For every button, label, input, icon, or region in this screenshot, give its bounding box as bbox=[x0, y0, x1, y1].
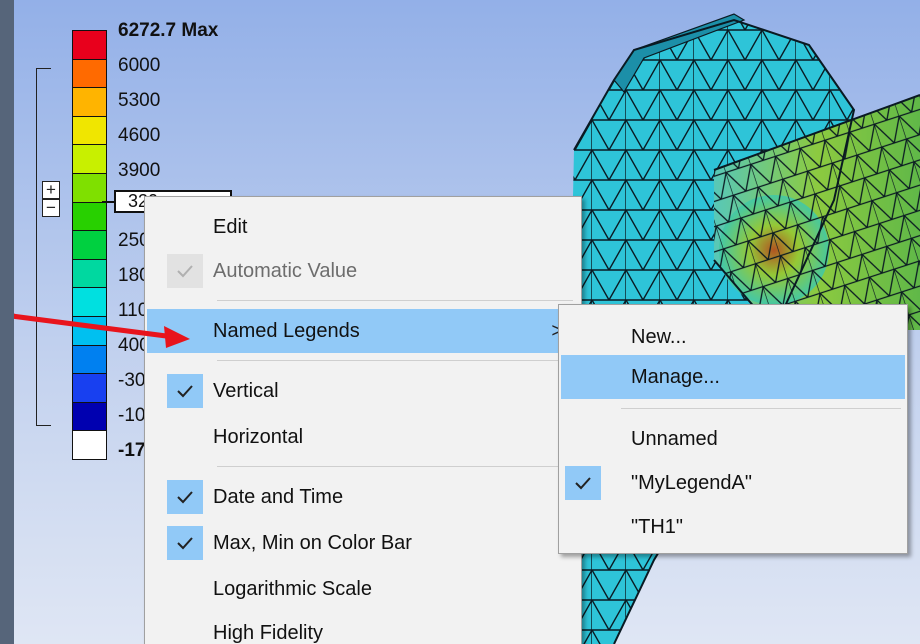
menu-item-named-legends[interactable]: Named Legends > bbox=[147, 309, 579, 353]
legend-color-segment[interactable] bbox=[72, 373, 107, 403]
legend-color-segment[interactable] bbox=[72, 115, 107, 146]
legend-color-segment[interactable] bbox=[72, 58, 107, 89]
menu-item-label: Edit bbox=[213, 216, 248, 238]
legend-label: 5300 bbox=[118, 90, 161, 111]
app-frame: 6272.7 Max 6000 5300 4600 3900 250 180 1… bbox=[0, 0, 920, 644]
menu-item-high-fidelity[interactable]: High Fidelity bbox=[147, 611, 579, 644]
legend-max-label: 6272.7 Max bbox=[118, 20, 219, 41]
menu-item-label: Logarithmic Scale bbox=[213, 578, 372, 600]
legend-color-segment[interactable] bbox=[72, 230, 107, 260]
check-icon bbox=[167, 526, 203, 560]
legend-color-segment[interactable] bbox=[72, 401, 107, 432]
legend-label: 6000 bbox=[118, 55, 161, 76]
menu-item-vertical[interactable]: Vertical bbox=[147, 369, 579, 413]
legend-color-segment[interactable] bbox=[72, 430, 107, 460]
legend-label: 3900 bbox=[118, 160, 161, 181]
menu-item-label: High Fidelity bbox=[213, 622, 324, 644]
menu-item-horizontal[interactable]: Horizontal bbox=[147, 415, 579, 459]
graphics-viewport[interactable]: 6272.7 Max 6000 5300 4600 3900 250 180 1… bbox=[14, 0, 920, 644]
menu-item-logarithmic-scale[interactable]: Logarithmic Scale bbox=[147, 567, 579, 611]
window-border bbox=[0, 0, 14, 644]
legend-color-segment[interactable] bbox=[72, 201, 107, 232]
legend-label: -30 bbox=[118, 370, 146, 391]
menu-separator bbox=[217, 466, 573, 467]
legend-color-segment[interactable] bbox=[72, 87, 107, 117]
menu-item-label: Vertical bbox=[213, 380, 279, 402]
menu-separator bbox=[217, 300, 573, 301]
menu-item-label: Automatic Value bbox=[213, 260, 358, 282]
legend-color-segment[interactable] bbox=[72, 173, 107, 203]
menu-item-label: Date and Time bbox=[213, 486, 344, 508]
legend-color-segment[interactable] bbox=[72, 258, 107, 289]
menu-item-date-and-time[interactable]: Date and Time bbox=[147, 475, 579, 519]
menu-item-label: "MyLegendA" bbox=[631, 472, 752, 494]
submenu-item-new[interactable]: New... bbox=[561, 315, 905, 359]
submenu-item-unnamed[interactable]: Unnamed bbox=[561, 417, 905, 461]
menu-item-max-min-on-color-bar[interactable]: Max, Min on Color Bar bbox=[147, 521, 579, 565]
legend-label: 4600 bbox=[118, 125, 161, 146]
legend-minus-button[interactable]: − bbox=[42, 199, 60, 217]
menu-item-label: Named Legends bbox=[213, 320, 360, 342]
menu-separator bbox=[217, 360, 573, 361]
legend-color-segment[interactable] bbox=[72, 316, 107, 346]
legend-bracket bbox=[36, 68, 51, 426]
menu-item-label: "TH1" bbox=[631, 516, 683, 538]
legend-label: -10 bbox=[118, 405, 146, 426]
menu-separator bbox=[621, 408, 901, 409]
check-icon bbox=[167, 254, 203, 288]
submenu-item-th1[interactable]: "TH1" bbox=[561, 505, 905, 549]
legend-color-segment[interactable] bbox=[72, 344, 107, 375]
check-icon bbox=[167, 480, 203, 514]
menu-item-automatic-value[interactable]: Automatic Value bbox=[147, 249, 579, 293]
named-legends-submenu: New... Manage... Unnamed "MyLegendA" "TH… bbox=[558, 304, 908, 554]
menu-item-label: Manage... bbox=[631, 366, 720, 388]
legend-color-segment[interactable] bbox=[72, 287, 107, 317]
menu-item-edit[interactable]: Edit bbox=[147, 205, 579, 249]
legend-color-segment[interactable] bbox=[72, 144, 107, 174]
legend-color-segment[interactable] bbox=[72, 30, 107, 60]
menu-item-label: Unnamed bbox=[631, 428, 718, 450]
menu-item-label: Horizontal bbox=[213, 426, 304, 448]
menu-item-label: Max, Min on Color Bar bbox=[213, 532, 412, 554]
check-icon bbox=[167, 374, 203, 408]
menu-item-label: New... bbox=[631, 326, 687, 348]
submenu-item-mylegenda[interactable]: "MyLegendA" bbox=[561, 461, 905, 505]
legend-plus-button[interactable]: + bbox=[42, 181, 60, 199]
submenu-item-manage[interactable]: Manage... bbox=[561, 355, 905, 399]
check-icon bbox=[565, 466, 601, 500]
legend-min-label: -17 bbox=[118, 440, 146, 461]
context-menu: Edit Automatic Value Named Legends > Ver… bbox=[144, 196, 582, 644]
